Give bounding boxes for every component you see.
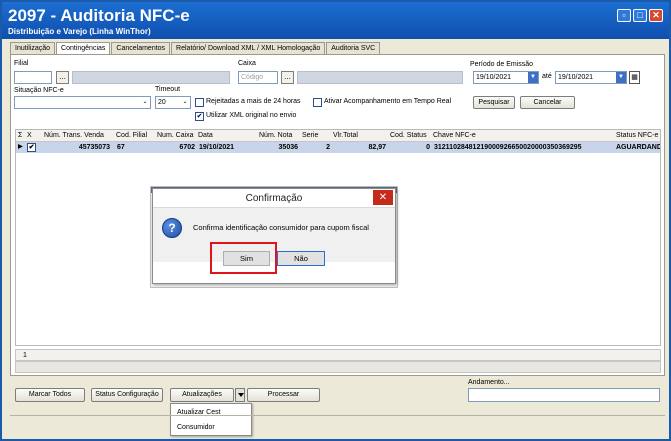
ativar-acompanhamento-label: Ativar Acompanhamento em Tempo Real (324, 98, 452, 105)
status-configuracao-button[interactable]: Status Configuração (91, 388, 163, 402)
atualizacoes-menu: Atualizar Cest Consumidor (170, 403, 252, 436)
window-title: 2097 - Auditoria NFC-e (8, 6, 190, 25)
col-sum: Σ (18, 132, 23, 139)
close-icon[interactable]: ✕ (649, 9, 663, 22)
window-controls: ▫ □ ✕ (617, 9, 663, 22)
col-vlr-total[interactable]: Vlr.Total (333, 130, 358, 142)
filial-name-field (72, 71, 230, 84)
chevron-down-icon[interactable]: ▼ (616, 72, 626, 83)
table-row[interactable]: ▶ ✔ 45735073 67 6702 19/10/2021 35036 2 … (16, 142, 660, 153)
situacao-select[interactable]: ⌄ (14, 96, 151, 109)
filial-code-input[interactable] (14, 71, 52, 84)
question-icon: ? (162, 218, 182, 238)
atualizacoes-button[interactable]: Atualizações (170, 388, 234, 402)
caixa-code-input[interactable]: Código (238, 71, 278, 84)
col-status[interactable]: Status NFC-e (616, 130, 658, 142)
col-cod-filial[interactable]: Cod. Filial (116, 130, 147, 142)
cell-num-nota: 35036 (278, 144, 298, 151)
tab-cancelamentos[interactable]: Cancelamentos (111, 42, 171, 54)
cell-status: AGUARDANDO (616, 144, 660, 151)
periodo-label: Período de Emissão (470, 61, 534, 68)
horizontal-scrollbar[interactable] (15, 361, 661, 373)
col-data[interactable]: Data (198, 130, 213, 142)
chevron-down-icon[interactable]: ▼ (528, 72, 538, 83)
chevron-down-icon[interactable]: ⌄ (180, 97, 190, 108)
dialog-message: Confirma identificação consumidor para c… (193, 223, 369, 232)
row-checkbox[interactable]: ✔ (27, 142, 37, 153)
cell-data: 19/10/2021 (199, 144, 235, 151)
cell-cod-filial: 67 (117, 144, 125, 151)
chevron-down-icon[interactable]: ⌄ (140, 97, 150, 108)
tab-strip: Inutilização Contingências Cancelamentos… (10, 42, 381, 55)
date-to-value: 19/10/2021 (558, 74, 594, 81)
dialog-title: Confirmação (153, 189, 395, 207)
title-bar: 2097 - Auditoria NFC-e Distribuição e Va… (2, 2, 669, 39)
tab-inutilizacao[interactable]: Inutilização (10, 42, 56, 54)
tab-relatorio-download[interactable]: Relatório/ Download XML / XML Homologaçã… (171, 42, 326, 54)
dialog-close-icon[interactable]: ✕ (373, 190, 393, 205)
col-num-nota[interactable]: Núm. Nota (259, 130, 292, 142)
date-from-input[interactable]: 19/10/2021 ▼ (473, 71, 539, 84)
row-check-icon[interactable]: ✔ (27, 143, 36, 152)
col-chave[interactable]: Chave NFC-e (433, 130, 476, 142)
calendar-icon[interactable]: ▦ (629, 71, 640, 84)
timeout-label: Timeout (155, 86, 181, 93)
cell-cod-status: 0 (426, 144, 430, 151)
grid-header: Σ X Núm. Trans. Venda Cod. Filial Num. C… (16, 130, 660, 142)
date-from-value: 19/10/2021 (476, 74, 512, 81)
caixa-label: Caixa (238, 60, 256, 67)
cell-serie: 2 (326, 144, 330, 151)
cell-num-trans: 45735073 (78, 144, 110, 151)
atualizacoes-dropdown-button[interactable] (235, 388, 245, 402)
nao-button[interactable]: Não (277, 251, 325, 266)
date-to-input[interactable]: 19/10/2021 ▼ (555, 71, 627, 84)
window-subtitle: Distribuição e Varejo (Linha WinThor) (8, 27, 151, 36)
timeout-value: 20 (158, 99, 166, 106)
divider (10, 415, 665, 416)
record-count: 1 (23, 352, 27, 359)
utilizar-xml-label: Utilizar XML original no envio (206, 112, 297, 119)
col-cod-status[interactable]: Cod. Status (390, 130, 427, 142)
grid-footer: 1 (15, 349, 661, 361)
caixa-lookup-button[interactable]: ... (281, 71, 294, 84)
minimize-icon[interactable]: ▫ (617, 9, 631, 22)
cell-chave: 31211028481219000926650020000350369295 (434, 144, 582, 151)
pesquisar-button[interactable]: Pesquisar (473, 96, 515, 109)
timeout-select[interactable]: 20 ⌄ (155, 96, 191, 109)
utilizar-xml-checkbox[interactable]: ✔ (195, 112, 204, 121)
menu-item-consumidor[interactable]: Consumidor (177, 424, 215, 431)
col-serie[interactable]: Serie (302, 130, 318, 142)
rejeitadas-checkbox[interactable] (195, 98, 204, 107)
col-num-trans[interactable]: Núm. Trans. Venda (44, 130, 104, 142)
chevron-down-icon (238, 393, 244, 397)
row-pointer-icon: ▶ (18, 144, 23, 150)
maximize-icon[interactable]: □ (633, 9, 647, 22)
col-x: X (27, 132, 32, 139)
caixa-name-field (297, 71, 463, 84)
highlight-box (210, 242, 277, 274)
andamento-label: Andamento... (468, 379, 510, 386)
tab-auditoria-svc[interactable]: Auditoria SVC (326, 42, 381, 54)
situacao-label: Situação NFC-e (14, 87, 64, 94)
ate-label: até (542, 73, 552, 80)
rejeitadas-label: Rejeitadas a mais de 24 horas (206, 98, 301, 105)
processar-button[interactable]: Processar (247, 388, 320, 402)
andamento-progress (468, 388, 660, 402)
cell-num-caixa: 6702 (179, 144, 195, 151)
cell-vlr-total: 82,97 (368, 144, 386, 151)
filial-label: Filial (14, 60, 29, 67)
marcar-todos-button[interactable]: Marcar Todos (15, 388, 85, 402)
app-window: 2097 - Auditoria NFC-e Distribuição e Va… (0, 0, 671, 441)
ativar-acompanhamento-checkbox[interactable] (313, 98, 322, 107)
filial-lookup-button[interactable]: ... (56, 71, 69, 84)
cancelar-button[interactable]: Cancelar (520, 96, 575, 109)
col-num-caixa[interactable]: Num. Caixa (157, 130, 194, 142)
